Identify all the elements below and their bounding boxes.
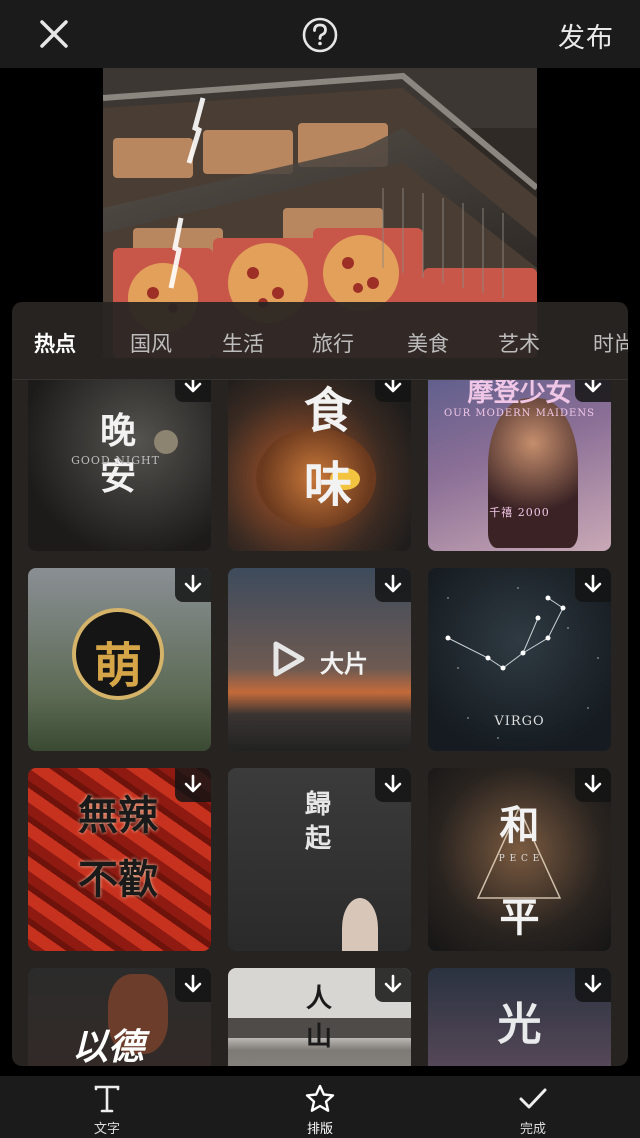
template-tile[interactable]: 光 bbox=[428, 968, 611, 1066]
template-title: 光 bbox=[497, 999, 542, 1050]
template-tile[interactable]: VIRGO bbox=[428, 568, 611, 751]
template-title: 萌 bbox=[93, 638, 142, 694]
tab-fashion[interactable]: 时尚 bbox=[593, 328, 628, 358]
template-subtitle: VIRGO bbox=[494, 714, 545, 729]
done-button[interactable]: 完成 bbox=[493, 1080, 573, 1138]
tab-hot[interactable]: 热点 bbox=[34, 328, 76, 358]
template-tile[interactable]: 萌 bbox=[28, 568, 211, 751]
download-icon[interactable] bbox=[575, 568, 611, 602]
tab-travel[interactable]: 旅行 bbox=[312, 328, 354, 358]
template-subtitle: P E C E bbox=[498, 854, 541, 864]
template-tile[interactable]: 食 味 bbox=[228, 380, 411, 551]
publish-button[interactable]: 发布 bbox=[558, 16, 614, 55]
template-caption: 千禧 2000 bbox=[489, 506, 550, 519]
template-tile[interactable]: 摩登少女 OUR MODERN MAIDENS 千禧 2000 bbox=[428, 380, 611, 551]
template-title: 食 味 bbox=[303, 383, 352, 513]
template-tile[interactable]: 無辣 不歡 bbox=[28, 768, 211, 951]
template-panel: 热点 国风 生活 旅行 美食 艺术 时尚 晚 安 GOOD NIGHT 食 味 … bbox=[12, 302, 628, 1066]
download-icon[interactable] bbox=[575, 968, 611, 1002]
text-icon bbox=[94, 1085, 120, 1113]
template-grid: 晚 安 GOOD NIGHT 食 味 摩登少女 OUR MODERN MAIDE… bbox=[12, 380, 628, 1066]
template-title: 人 山 bbox=[305, 984, 332, 1052]
play-icon bbox=[272, 640, 306, 682]
moon-icon bbox=[154, 430, 178, 454]
template-subtitle: GOOD NIGHT bbox=[71, 454, 160, 467]
template-tile[interactable]: 大片 bbox=[228, 568, 411, 751]
top-bar: 发布 bbox=[0, 0, 640, 68]
template-tile[interactable]: 晚 安 GOOD NIGHT bbox=[28, 380, 211, 551]
download-icon[interactable] bbox=[175, 568, 211, 602]
text-tool-button[interactable]: 文字 bbox=[67, 1080, 147, 1138]
template-title: 大片 bbox=[320, 650, 368, 678]
tab-art[interactable]: 艺术 bbox=[498, 328, 540, 358]
template-title: 和 平 bbox=[499, 802, 540, 941]
help-icon[interactable] bbox=[300, 15, 340, 55]
template-subtitle: OUR MODERN MAIDENS bbox=[444, 408, 595, 419]
download-icon[interactable] bbox=[175, 768, 211, 802]
download-icon[interactable] bbox=[175, 968, 211, 1002]
text-tool-label: 文字 bbox=[93, 1122, 120, 1137]
template-title: 歸起 bbox=[304, 790, 331, 854]
template-tile[interactable]: 以德 bbox=[28, 968, 211, 1066]
checkmark-icon bbox=[519, 1088, 547, 1109]
bottom-toolbar: 文字 排版 完成 bbox=[0, 1076, 640, 1138]
download-icon[interactable] bbox=[375, 380, 411, 402]
category-tabs: 热点 国风 生活 旅行 美食 艺术 时尚 bbox=[12, 302, 628, 380]
template-tile[interactable]: 人 山 bbox=[228, 968, 411, 1066]
download-icon[interactable] bbox=[575, 380, 611, 402]
template-tile[interactable]: 和 平 P E C E bbox=[428, 768, 611, 951]
template-title: 以德 bbox=[71, 1026, 144, 1066]
download-icon[interactable] bbox=[375, 568, 411, 602]
download-icon[interactable] bbox=[175, 380, 211, 402]
layout-tool-button[interactable]: 排版 bbox=[280, 1080, 360, 1138]
portrait-figure bbox=[488, 398, 578, 548]
download-icon[interactable] bbox=[375, 768, 411, 802]
star-icon bbox=[305, 1084, 335, 1112]
done-label: 完成 bbox=[519, 1122, 546, 1137]
tab-guofeng[interactable]: 国风 bbox=[130, 328, 172, 358]
download-icon[interactable] bbox=[575, 768, 611, 802]
layout-tool-label: 排版 bbox=[306, 1122, 333, 1137]
template-title: 無辣 不歡 bbox=[78, 792, 158, 903]
close-icon[interactable] bbox=[34, 14, 74, 54]
portrait-figure bbox=[342, 898, 378, 951]
download-icon[interactable] bbox=[375, 968, 411, 1002]
tab-food[interactable]: 美食 bbox=[407, 328, 449, 358]
template-tile[interactable]: 歸起 bbox=[228, 768, 411, 951]
tab-life[interactable]: 生活 bbox=[222, 328, 264, 358]
